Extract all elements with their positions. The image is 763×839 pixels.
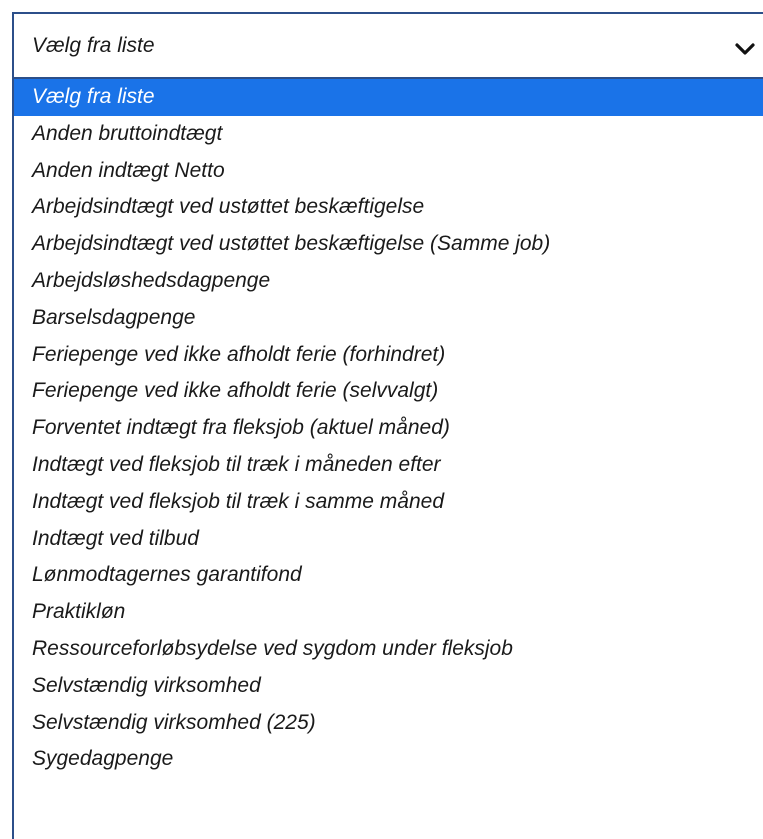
select-current-value: Vælg fra liste [32, 33, 155, 57]
dropdown-option[interactable]: Lønmodtagernes garantifond [14, 557, 763, 594]
dropdown-option[interactable]: Feriepenge ved ikke afholdt ferie (forhi… [14, 337, 763, 374]
dropdown-option[interactable]: Arbejdsindtægt ved ustøttet beskæftigels… [14, 226, 763, 263]
dropdown-option[interactable]: Indtægt ved fleksjob til træk i samme må… [14, 484, 763, 521]
dropdown-option[interactable]: Arbejdsindtægt ved ustøttet beskæftigels… [14, 189, 763, 226]
dropdown-options-list: Vælg fra liste Anden bruttoindtægt Anden… [12, 79, 763, 839]
dropdown-option[interactable]: Praktikløn [14, 594, 763, 631]
dropdown-option[interactable]: Barselsdagpenge [14, 300, 763, 337]
dropdown-option[interactable]: Feriepenge ved ikke afholdt ferie (selvv… [14, 373, 763, 410]
dropdown-option[interactable]: Ressourceforløbsydelse ved sygdom under … [14, 631, 763, 668]
dropdown-option[interactable]: Indtægt ved fleksjob til træk i måneden … [14, 447, 763, 484]
dropdown-option[interactable]: Forventet indtægt fra fleksjob (aktuel m… [14, 410, 763, 447]
dropdown-option[interactable]: Anden bruttoindtægt [14, 116, 763, 153]
dropdown-frame: Vælg fra liste Vælg fra liste Anden brut… [0, 0, 763, 839]
income-type-select[interactable]: Vælg fra liste [12, 12, 763, 79]
dropdown-option[interactable]: Anden indtægt Netto [14, 153, 763, 190]
dropdown-option[interactable]: Arbejdsløshedsdagpenge [14, 263, 763, 300]
dropdown-option-selected[interactable]: Vælg fra liste [14, 79, 763, 116]
dropdown-option[interactable]: Selvstændig virksomhed [14, 668, 763, 705]
dropdown-option[interactable]: Indtægt ved tilbud [14, 521, 763, 558]
dropdown-option[interactable]: Sygedagpenge [14, 741, 763, 778]
dropdown-option[interactable]: Selvstændig virksomhed (225) [14, 705, 763, 742]
chevron-down-icon[interactable] [734, 42, 756, 56]
